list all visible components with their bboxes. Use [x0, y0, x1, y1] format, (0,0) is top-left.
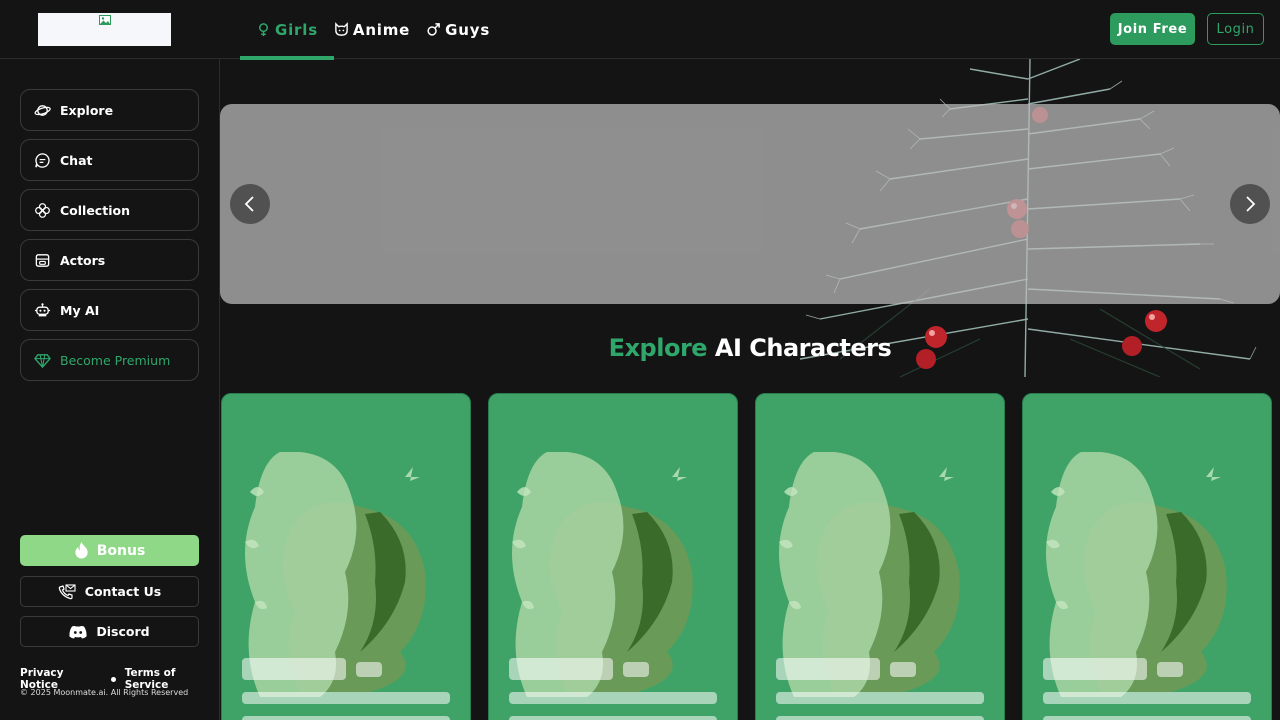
tab-anime[interactable]: Anime [334, 0, 426, 59]
chevron-left-icon [244, 196, 254, 212]
card-text-skeleton [242, 716, 450, 720]
sidebar-item-label: Become Premium [60, 352, 171, 368]
main-content: Explore AI Characters [220, 59, 1280, 720]
sidebar-item-my-ai[interactable]: My AI [20, 289, 199, 331]
planet-icon [34, 104, 51, 116]
tab-guys[interactable]: Guys [426, 0, 506, 59]
category-tabs: Girls Anime Guys [240, 0, 506, 60]
login-button[interactable]: Login [1207, 13, 1264, 45]
flame-icon [75, 542, 88, 559]
discord-label: Discord [96, 624, 150, 639]
sidebar-item-explore[interactable]: Explore [20, 89, 199, 131]
female-icon [259, 23, 268, 37]
character-card[interactable] [221, 393, 471, 720]
section-title: Explore AI Characters [220, 334, 1280, 362]
contact-us-button[interactable]: Contact Us [20, 576, 199, 607]
card-name-skeleton [509, 658, 613, 680]
sidebar-item-become-premium[interactable]: Become Premium [20, 339, 199, 381]
hero-banner[interactable] [220, 104, 1280, 304]
diamond-icon [34, 353, 51, 368]
tab-girls[interactable]: Girls [240, 0, 334, 60]
character-card[interactable] [1022, 393, 1272, 720]
sidebar-item-label: Chat [60, 152, 93, 168]
section-title-highlight: Explore [608, 334, 708, 362]
sidebar-item-chat[interactable]: Chat [20, 139, 199, 181]
card-tag-skeleton [890, 662, 916, 677]
sidebar-item-label: My AI [60, 302, 100, 318]
sidebar-item-collection[interactable]: Collection [20, 189, 199, 231]
discord-button[interactable]: Discord [20, 616, 199, 647]
section-title-rest: AI Characters [707, 334, 892, 362]
robot-icon [34, 302, 51, 316]
image-placeholder-icon [98, 15, 111, 25]
tab-label: Guys [445, 20, 491, 39]
tab-label: Girls [275, 20, 318, 39]
sidebar-item-actors[interactable]: Actors [20, 239, 199, 281]
cat-face-icon [335, 22, 348, 36]
card-text-skeleton [1043, 692, 1251, 704]
banner-next-button[interactable] [1230, 184, 1270, 224]
contact-us-label: Contact Us [84, 584, 162, 599]
card-tag-skeleton [1157, 662, 1183, 677]
banner-prev-button[interactable] [230, 184, 270, 224]
join-free-button[interactable]: Join Free [1110, 13, 1195, 45]
sidebar-item-label: Actors [60, 252, 106, 268]
tab-label: Anime [352, 20, 411, 39]
card-tag-skeleton [623, 662, 649, 677]
sidebar: Explore Chat Collection Actors My AI Bec… [0, 59, 220, 720]
character-card[interactable] [488, 393, 738, 720]
discord-icon [69, 625, 87, 638]
top-header: Girls Anime Guys Join Free Login [0, 0, 1280, 60]
site-logo[interactable] [38, 13, 171, 46]
separator-dot [110, 676, 116, 682]
phone-envelope-icon [58, 583, 76, 599]
male-icon [427, 23, 441, 36]
card-text-skeleton [509, 716, 717, 720]
card-text-skeleton [776, 692, 984, 704]
bonus-label: Bonus [96, 542, 146, 559]
bonus-button[interactable]: Bonus [20, 535, 199, 566]
robot-box-icon [35, 253, 50, 267]
card-text-skeleton [242, 692, 450, 704]
card-text-skeleton [509, 692, 717, 704]
chat-bubble-icon [35, 152, 50, 168]
copyright-text: © 2025 Moonmate.ai. All Rights Reserved [20, 688, 189, 697]
sidebar-item-label: Collection [60, 202, 130, 218]
card-name-skeleton [776, 658, 880, 680]
character-card[interactable] [755, 393, 1005, 720]
card-name-skeleton [1043, 658, 1147, 680]
card-text-skeleton [776, 716, 984, 720]
clover-icon [35, 202, 50, 218]
card-tag-skeleton [356, 662, 382, 677]
card-name-skeleton [242, 658, 346, 680]
card-text-skeleton [1043, 716, 1251, 720]
chevron-right-icon [1246, 196, 1256, 212]
sidebar-item-label: Explore [60, 102, 114, 118]
